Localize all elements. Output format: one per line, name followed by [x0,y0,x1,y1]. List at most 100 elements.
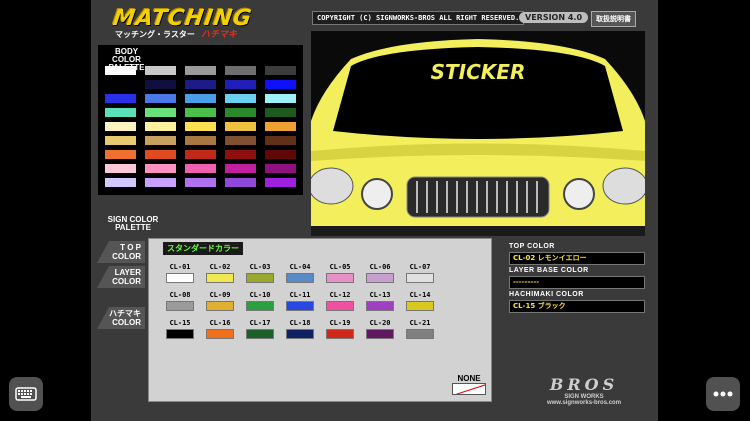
body-swatch[interactable] [145,94,176,103]
sign-color-option[interactable]: CL-11 [286,291,314,311]
sign-color-swatch [246,273,274,283]
body-swatch[interactable] [185,94,216,103]
sign-color-code: CL-05 [329,263,351,271]
body-swatch[interactable] [105,94,136,103]
hachimaki-color-info: HACHIMAKI COLOR CL-15 ブラック [509,291,645,313]
body-swatch[interactable] [265,164,296,173]
body-swatch[interactable] [145,136,176,145]
body-swatch[interactable] [225,164,256,173]
sign-color-code: CL-09 [209,291,231,299]
layer-color-button-line1: LAYER [114,268,141,277]
manual-button[interactable]: 取扱説明書 [591,11,636,27]
hachimaki-color-button[interactable]: ハチマキ COLOR [97,307,145,329]
body-swatch[interactable] [185,136,216,145]
body-swatch[interactable] [105,136,136,145]
body-swatch[interactable] [225,108,256,117]
body-swatch[interactable] [145,164,176,173]
sign-color-option[interactable]: CL-10 [246,291,274,311]
sign-color-option[interactable]: CL-04 [286,263,314,283]
body-swatch[interactable] [105,164,136,173]
hachimaki-color-button-line1: ハチマキ [109,309,141,318]
sign-color-option[interactable]: CL-01 [166,263,194,283]
top-color-button[interactable]: T O P COLOR [97,241,145,263]
sign-color-swatch [406,301,434,311]
sign-color-option[interactable]: CL-07 [406,263,434,283]
layer-color-button-line2: COLOR [112,277,141,286]
body-swatch[interactable] [145,108,176,117]
layer-color-info: LAYER BASE COLOR --------- [509,267,645,289]
body-swatch[interactable] [225,178,256,187]
none-label: NONE [457,374,481,383]
body-swatch[interactable] [265,122,296,131]
sign-color-option[interactable]: CL-12 [326,291,354,311]
sign-color-option[interactable]: CL-21 [406,319,434,339]
sign-color-option[interactable]: CL-02 [206,263,234,283]
body-swatch-grid [105,66,296,187]
sign-color-option[interactable]: CL-17 [246,319,274,339]
sign-color-code: CL-19 [329,319,351,327]
body-swatch[interactable] [225,122,256,131]
body-swatch[interactable] [105,108,136,117]
sticker-text: STICKER [431,60,526,84]
sign-color-option[interactable]: CL-09 [206,291,234,311]
body-swatch[interactable] [185,108,216,117]
body-swatch[interactable] [265,136,296,145]
more-button[interactable] [706,377,740,411]
none-swatch [452,383,486,395]
body-swatch[interactable] [145,66,176,75]
body-swatch[interactable] [185,80,216,89]
body-color-palette: BODY COLOR PALETTE [98,45,303,195]
body-swatch[interactable] [145,178,176,187]
sign-color-option[interactable]: CL-18 [286,319,314,339]
sign-color-option[interactable]: CL-16 [206,319,234,339]
layer-color-button[interactable]: LAYER COLOR [97,266,145,288]
keyboard-button[interactable] [9,377,43,411]
sign-color-code: CL-04 [289,263,311,271]
body-swatch[interactable] [105,178,136,187]
body-swatch[interactable] [225,80,256,89]
sign-color-swatch [326,273,354,283]
sign-color-swatch [166,273,194,283]
body-swatch[interactable] [225,136,256,145]
body-swatch[interactable] [185,122,216,131]
sign-color-option[interactable]: CL-19 [326,319,354,339]
sign-color-option[interactable]: CL-15 [166,319,194,339]
sign-color-option[interactable]: CL-13 [366,291,394,311]
body-swatch[interactable] [265,150,296,159]
body-swatch[interactable] [265,66,296,75]
body-swatch[interactable] [265,178,296,187]
sign-color-option[interactable]: CL-06 [366,263,394,283]
sign-color-option[interactable]: CL-14 [406,291,434,311]
sign-color-code: CL-14 [409,291,431,299]
none-option[interactable]: NONE [452,374,486,395]
body-swatch[interactable] [225,94,256,103]
body-swatch[interactable] [225,150,256,159]
body-swatch[interactable] [105,122,136,131]
sign-color-option[interactable]: CL-03 [246,263,274,283]
body-swatch[interactable] [145,80,176,89]
body-swatch[interactable] [185,178,216,187]
keyboard-icon [15,387,37,401]
body-swatch[interactable] [105,80,136,89]
body-swatch[interactable] [185,66,216,75]
body-swatch[interactable] [145,150,176,159]
sign-color-swatch [246,301,274,311]
sign-color-swatch [406,329,434,339]
body-swatch[interactable] [265,108,296,117]
body-swatch[interactable] [185,150,216,159]
body-swatch[interactable] [145,122,176,131]
body-swatch[interactable] [225,66,256,75]
sign-color-code: CL-21 [409,319,431,327]
body-swatch[interactable] [265,80,296,89]
sign-color-option[interactable]: CL-20 [366,319,394,339]
sign-color-option[interactable]: CL-05 [326,263,354,283]
body-swatch[interactable] [265,94,296,103]
sign-color-option[interactable]: CL-08 [166,291,194,311]
hachimaki-color-label: HACHIMAKI COLOR [509,291,584,298]
sign-color-code: CL-01 [169,263,191,271]
body-swatch[interactable] [105,66,136,75]
logo-tag: ハチマキ [201,30,238,40]
bros-url: www.signworks-bros.com [546,400,622,406]
body-swatch[interactable] [105,150,136,159]
body-swatch[interactable] [185,164,216,173]
